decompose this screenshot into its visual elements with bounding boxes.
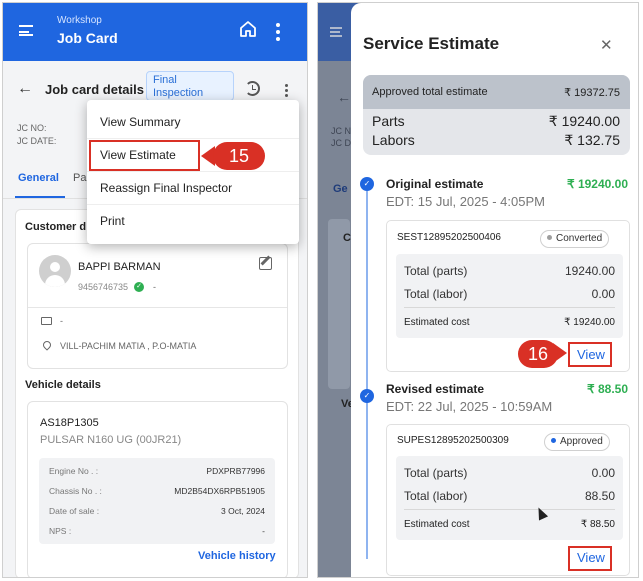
dimmed-card xyxy=(328,219,350,389)
estimate-totals: Total (parts) 19240.00 Total (labor) 0.00 … xyxy=(396,254,623,338)
status-badge: Approved xyxy=(544,433,610,451)
parts-label: Parts xyxy=(372,113,405,129)
highlight-box xyxy=(568,342,612,367)
estimate-summary: Approved total estimate ₹ 19372.75 Parts… xyxy=(363,75,630,155)
estimated-cost-row: Estimated cost ₹ 19240.00 xyxy=(404,317,615,328)
service-estimate-sheet: Service Estimate ✕ Approved total estima… xyxy=(351,3,638,577)
estimate-amount: ₹ 88.50 xyxy=(587,382,628,396)
home-icon[interactable] xyxy=(239,20,257,38)
menu-item-print[interactable]: Print xyxy=(87,205,299,238)
status-dot-icon xyxy=(551,438,556,443)
options-menu: View Summary View Estimate Reassign Fina… xyxy=(87,100,299,244)
menu-icon xyxy=(330,27,342,37)
customer-address: VILL-PACHIM MATIA , P.O-MATIA xyxy=(60,341,197,351)
customer-section-title: Customer d xyxy=(25,221,87,233)
menu-item-view-summary[interactable]: View Summary xyxy=(87,106,299,139)
check-icon: ✓ xyxy=(360,389,374,403)
status-badge: Converted xyxy=(540,230,610,248)
spec-row: Date of sale :3 Oct, 2024 xyxy=(49,506,265,516)
job-card-more-icon[interactable] xyxy=(285,84,289,99)
customer-phone: 9456746735 xyxy=(78,282,129,292)
card-letter-dimmed: C xyxy=(343,232,351,244)
parts-value: ₹ 19240.00 xyxy=(548,113,620,129)
app-subtitle: Workshop xyxy=(57,15,102,26)
jc-date-label-dimmed: JC D xyxy=(331,138,351,148)
status-dot-icon xyxy=(547,235,552,240)
check-icon: ✓ xyxy=(360,177,374,191)
step-badge: 15 xyxy=(213,142,265,170)
approved-total-label: Approved total estimate xyxy=(372,86,488,98)
phone-suffix: - xyxy=(153,282,156,292)
jc-no-label-dimmed: JC N xyxy=(331,126,351,136)
app-bar: Workshop Job Card xyxy=(3,3,307,61)
jc-no-label: JC NO: xyxy=(17,123,47,133)
step-badge: 16 xyxy=(518,340,558,368)
vehicle-model: PULSAR N160 UG (00JR21) xyxy=(40,434,182,446)
back-arrow-icon: ← xyxy=(337,89,351,105)
highlight-box xyxy=(568,546,612,571)
labors-label: Labors xyxy=(372,132,415,148)
estimate-date: EDT: 22 Jul, 2025 - 10:59AM xyxy=(386,399,553,414)
vehicle-section-title: Vehicle details xyxy=(25,379,101,391)
tab-general-dimmed: Ge xyxy=(333,183,348,195)
timeline-line xyxy=(366,191,368,559)
estimate-date: EDT: 15 Jul, 2025 - 4:05PM xyxy=(386,194,545,209)
estimated-cost-row: Estimated cost ₹ 88.50 xyxy=(404,519,615,530)
spec-row: NPS :- xyxy=(49,526,265,536)
estimate-code: SEST12895202500406 xyxy=(397,232,501,243)
history-icon[interactable] xyxy=(245,81,260,96)
close-icon[interactable]: ✕ xyxy=(600,36,613,54)
page-title: Job card details xyxy=(45,82,144,97)
divider xyxy=(404,307,615,308)
job-card-screen: Workshop Job Card ← Job card details Fin… xyxy=(2,2,308,578)
avatar xyxy=(39,255,71,287)
vehicle-spec-box: Engine No . : PDXPRB77996 Chassis No . :M… xyxy=(39,458,275,544)
tab-parts[interactable]: Pa xyxy=(73,172,86,184)
jc-date-label: JC DATE: xyxy=(17,136,57,146)
app-title: Job Card xyxy=(57,30,118,46)
mail-icon xyxy=(41,317,52,325)
sheet-title: Service Estimate xyxy=(363,34,500,53)
verified-icon: ✓ xyxy=(134,282,144,292)
estimate-title: Revised estimate xyxy=(386,382,485,396)
estimate-title: Original estimate xyxy=(386,177,484,191)
divider xyxy=(28,307,287,308)
spec-row: Engine No . : PDXPRB77996 xyxy=(49,466,265,476)
edit-icon[interactable] xyxy=(259,257,272,270)
customer-email: - xyxy=(60,316,63,326)
tab-indicator xyxy=(15,196,65,198)
highlight-box xyxy=(89,140,200,171)
back-arrow-icon[interactable]: ← xyxy=(17,80,33,98)
divider xyxy=(404,509,615,510)
estimate-totals: Total (parts) 0.00 Total (labor) 88.50 Est… xyxy=(396,456,623,540)
labors-value: ₹ 132.75 xyxy=(564,132,620,148)
status-badge: Final Inspection xyxy=(146,71,234,101)
approved-total-value: ₹ 19372.75 xyxy=(564,87,620,99)
total-parts-row: Total (parts) 19240.00 xyxy=(404,264,615,278)
service-estimate-screen: ← JC N JC D Ge C Ve Service Estimate ✕ A… xyxy=(317,2,639,578)
tab-general[interactable]: General xyxy=(18,172,59,184)
more-options-icon[interactable] xyxy=(276,23,280,44)
estimate-amount: ₹ 19240.00 xyxy=(566,177,628,191)
menu-item-reassign-inspector[interactable]: Reassign Final Inspector xyxy=(87,172,299,205)
menu-icon[interactable] xyxy=(19,25,33,36)
customer-name: BAPPI BARMAN xyxy=(78,261,161,273)
total-parts-row: Total (parts) 0.00 xyxy=(404,466,615,480)
estimate-code: SUPES12895202500309 xyxy=(397,435,509,446)
total-labor-row: Total (labor) 0.00 xyxy=(404,287,615,301)
vehicle-reg-no: AS18P1305 xyxy=(40,417,99,429)
total-labor-row: Total (labor) 88.50 xyxy=(404,489,615,503)
vehicle-history-link[interactable]: Vehicle history xyxy=(198,550,276,562)
spec-row: Chassis No . : MD2B54DX6RPB51905 xyxy=(49,486,265,496)
